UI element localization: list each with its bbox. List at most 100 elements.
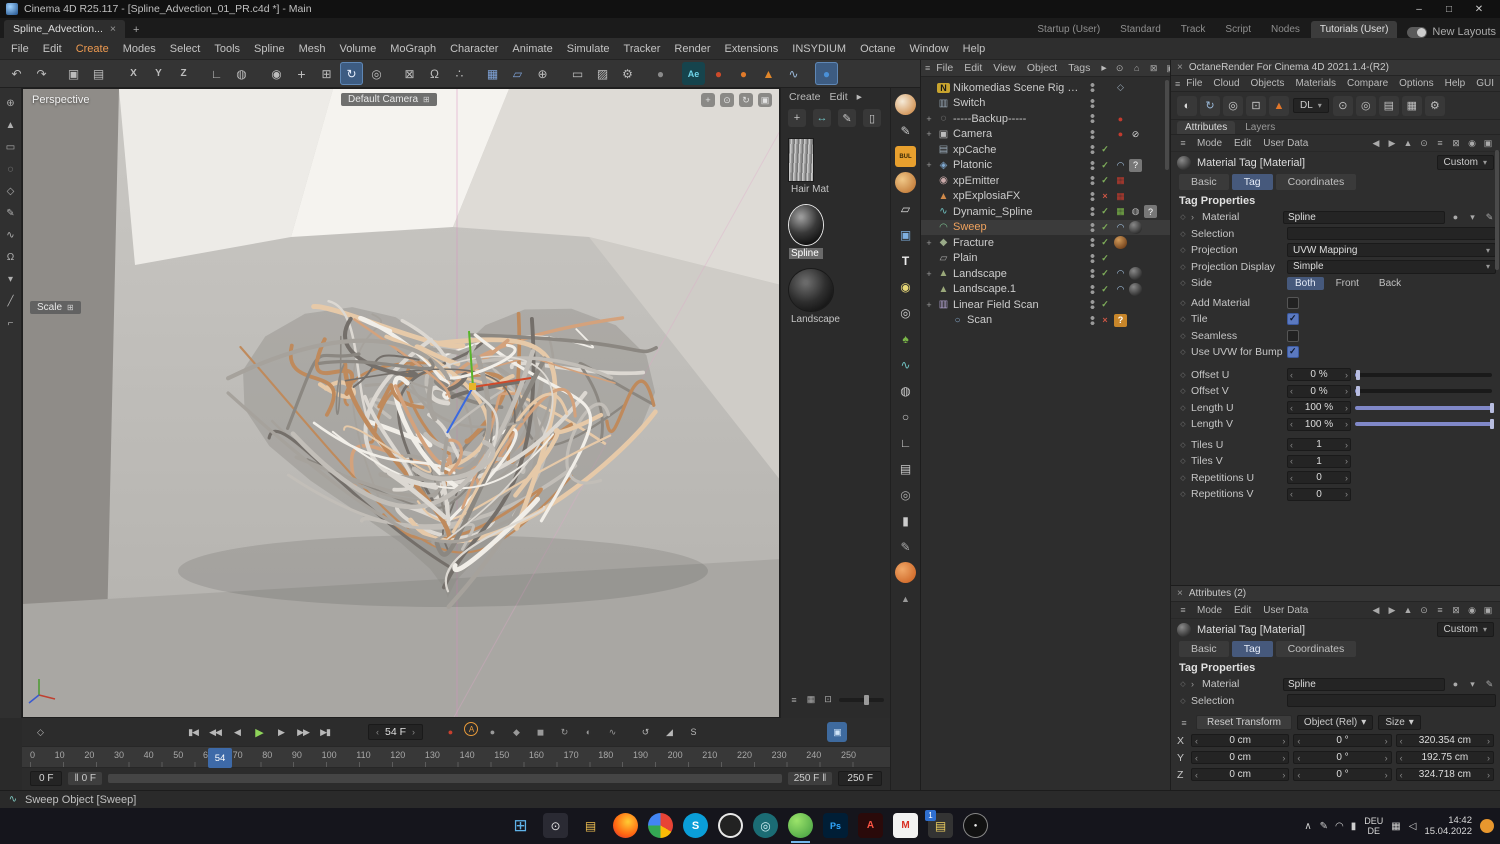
layout-tab[interactable]: Nodes [1262, 21, 1309, 38]
material-thumbnail[interactable] [789, 139, 813, 181]
object-row[interactable]: ▱ Plain ✓ [921, 251, 1170, 267]
back-icon[interactable]: ◀ [1369, 604, 1383, 617]
increment-icon[interactable]: › [1345, 370, 1348, 380]
material-link-field[interactable]: Spline [1283, 678, 1445, 691]
tab-tag[interactable]: Tag [1232, 641, 1273, 657]
hamburger-icon[interactable]: ≡ [1175, 77, 1180, 90]
text-icon[interactable]: T [895, 250, 916, 271]
increment-icon[interactable]: › [1345, 473, 1348, 483]
enable-state-icon[interactable]: ✓ [1099, 160, 1111, 171]
seamless-checkbox[interactable] [1287, 330, 1299, 342]
enable-state-icon[interactable]: ✓ [1099, 206, 1111, 217]
tray-expand-icon[interactable]: ∧ [1304, 821, 1311, 832]
enable-state-icon[interactable]: × [1099, 315, 1111, 325]
object-manager-scrollbar[interactable] [1165, 80, 1169, 170]
object-name[interactable]: Linear Field Scan [953, 299, 1039, 311]
magnet-tool[interactable]: Ω [2, 249, 19, 266]
enable-state-icon[interactable]: ✓ [1099, 175, 1111, 186]
enable-state-icon[interactable]: ✓ [1099, 299, 1111, 310]
filter-icon[interactable]: ≡ [1433, 137, 1447, 150]
expand-icon[interactable]: + [924, 160, 934, 170]
tab-tag[interactable]: Tag [1232, 174, 1273, 190]
length-v-field[interactable]: ‹ 100 % › [1287, 418, 1351, 431]
world-grid-button[interactable]: ◍ [230, 62, 253, 85]
object-name[interactable]: Camera [953, 128, 992, 140]
expand-icon[interactable]: › [1191, 212, 1198, 222]
keyframe-dot-icon[interactable]: ◇ [1179, 441, 1187, 449]
render-picture-viewer-button[interactable]: ▨ [591, 62, 614, 85]
parameter-toggle[interactable]: ◐ [578, 722, 598, 742]
skype-icon[interactable]: S [683, 813, 708, 838]
projection-display-dropdown[interactable]: Simple ▾ [1287, 260, 1496, 274]
tab-attributes[interactable]: Attributes [1177, 121, 1235, 134]
layout-tab[interactable]: Script [1216, 21, 1260, 38]
increment-icon[interactable]: › [1282, 736, 1285, 746]
scale-toggle[interactable]: ◼ [530, 722, 550, 742]
octane-region-icon[interactable]: ⊡ [1246, 96, 1266, 116]
layout-tab[interactable]: Track [1172, 21, 1215, 38]
rotate-view-icon[interactable]: ↻ [739, 93, 753, 107]
increment-icon[interactable]: › [1345, 419, 1348, 429]
material-tag[interactable] [1114, 236, 1127, 249]
menu-item[interactable]: Volume [333, 40, 384, 58]
material-thumbnail[interactable] [789, 205, 823, 245]
octane-menu-item[interactable]: Options [1394, 77, 1438, 90]
decrement-icon[interactable]: ‹ [1297, 753, 1300, 763]
octane-menu-item[interactable]: Compare [1342, 77, 1393, 90]
object-row[interactable]: ▲ Landscape.1 ✓ ◠ [921, 282, 1170, 298]
object-name[interactable]: Plain [953, 252, 977, 264]
visibility-dots[interactable] [1089, 237, 1096, 248]
size-field[interactable]: ‹ 324.718 cm › [1396, 768, 1494, 781]
up-icon[interactable]: ▲ [1401, 137, 1415, 150]
increment-icon[interactable]: › [1345, 440, 1348, 450]
increment-icon[interactable]: › [412, 727, 415, 737]
material-thumbnail[interactable] [789, 269, 833, 311]
poly-select-tool[interactable]: ◇ [2, 183, 19, 200]
new-layouts[interactable]: New Layouts [1407, 26, 1496, 38]
size-field[interactable]: ‹ 320.354 cm › [1396, 734, 1494, 747]
menu-item[interactable]: Tracker [617, 40, 668, 58]
scale-tool[interactable]: ⊞ [315, 62, 338, 85]
workplane-button[interactable]: ▱ [506, 62, 529, 85]
keyframe-dot-icon[interactable]: ◇ [1179, 213, 1187, 221]
motion-system-icon[interactable]: ◇ [30, 722, 50, 742]
menu-item[interactable]: INSYDIUM [785, 40, 853, 58]
offset-v-field[interactable]: ‹ 0 % › [1287, 385, 1351, 398]
custom-preset-dropdown[interactable]: Custom ▾ [1437, 155, 1494, 170]
helix-icon[interactable]: ∿ [895, 354, 916, 375]
use-uvw-for-bump-checkbox[interactable] [1287, 346, 1299, 358]
save-icon[interactable]: ▤ [87, 62, 110, 85]
material-name[interactable]: Landscape [789, 314, 842, 325]
measure-tool[interactable]: ⌐ [2, 315, 19, 332]
object-name[interactable]: xpExplosiaFX [953, 190, 1020, 202]
ae-export-button[interactable]: Ae [682, 62, 705, 85]
octane-live-viewer-button[interactable]: ● [815, 62, 838, 85]
menu-item[interactable]: Tools [207, 40, 247, 58]
goto-end-button[interactable]: ▶▮ [315, 722, 335, 742]
menu-item[interactable]: Window [903, 40, 956, 58]
menu-item[interactable]: File [4, 40, 36, 58]
selection-field[interactable] [1287, 227, 1496, 240]
object-manager-menu-item[interactable]: Tags [1063, 61, 1095, 75]
solo-button[interactable]: S [683, 722, 703, 742]
grid-view-icon[interactable]: ▦ [804, 693, 818, 706]
phong-tag[interactable]: ◠ [1114, 221, 1127, 234]
close-tab-icon[interactable]: × [110, 23, 116, 35]
keyboard-icon[interactable]: ▦ [1391, 821, 1400, 832]
mode-menu[interactable]: Mode [1192, 137, 1227, 150]
expand-icon[interactable]: + [924, 300, 934, 310]
octane-menu-item[interactable]: Materials [1290, 77, 1341, 90]
project-max-field[interactable]: 250 F [838, 771, 882, 786]
axis-icon[interactable]: ∟ [895, 432, 916, 453]
object-name[interactable]: xpCache [953, 144, 996, 156]
chrome-icon[interactable] [648, 813, 673, 838]
value-slider[interactable] [1355, 422, 1492, 426]
user-data-menu[interactable]: User Data [1258, 604, 1313, 617]
move-tool[interactable]: + [290, 62, 313, 85]
keyframe-dot-icon[interactable]: ◇ [1179, 490, 1187, 498]
prev-key-button[interactable]: ◀◀ [205, 722, 225, 742]
zoom-tool[interactable]: ⊕ [2, 95, 19, 112]
new-panel-icon[interactable]: ▣ [1481, 604, 1495, 617]
scale-hud-chip[interactable]: Scale ⊞ [30, 301, 81, 314]
position-toggle[interactable]: ◆ [506, 722, 526, 742]
